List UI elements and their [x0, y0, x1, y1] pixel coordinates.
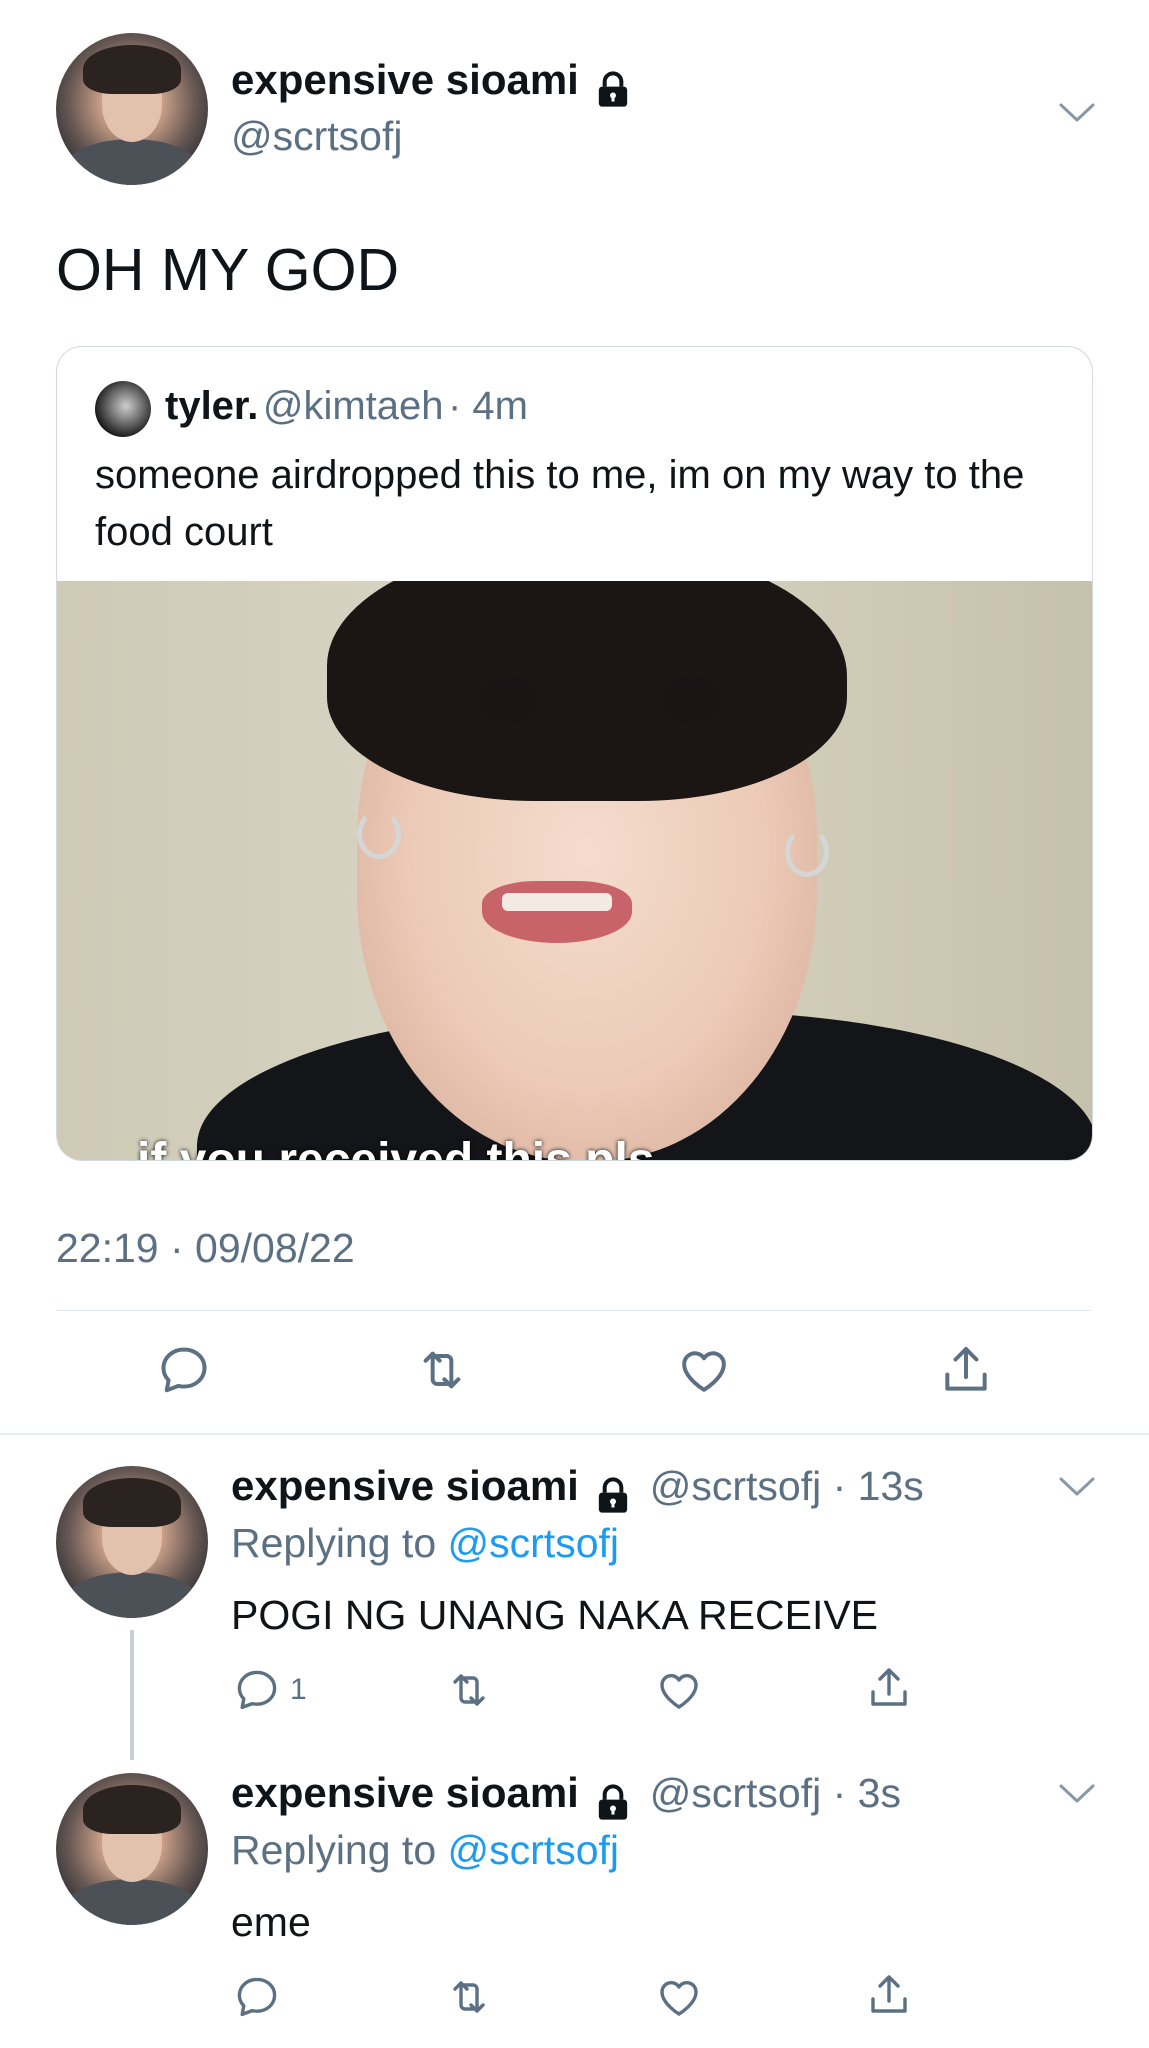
retweet-button[interactable]: [414, 1342, 470, 1398]
divider: [56, 1310, 1091, 1311]
image-right-earring: [785, 827, 829, 877]
quoted-image[interactable]: if you received this pls: [57, 581, 1092, 1160]
retweet-button[interactable]: [445, 1973, 493, 2021]
thread-line: [130, 1630, 134, 1760]
retweet-button[interactable]: [445, 1666, 493, 1714]
avatar-shoulders: [63, 139, 201, 185]
image-left-eye: [477, 677, 537, 723]
reply-display-name[interactable]: expensive sioami: [231, 1769, 579, 1816]
avatar-shoulders: [63, 1572, 201, 1618]
reply-button[interactable]: [233, 1666, 281, 1714]
lock-icon: [593, 1476, 633, 1516]
share-button[interactable]: [865, 1971, 913, 2019]
image-right-eye: [662, 677, 722, 723]
reply-handle-time[interactable]: @scrtsofj · 13s: [650, 1463, 924, 1509]
tweet-text: OH MY GOD: [56, 237, 400, 303]
reply-handle-time[interactable]: @scrtsofj · 3s: [650, 1770, 901, 1816]
chevron-down-icon[interactable]: [1057, 1779, 1097, 1809]
quoted-text: someone airdropped this to me, im on my …: [95, 453, 1025, 554]
avatar-shoulders: [63, 1879, 201, 1925]
chevron-down-icon[interactable]: [1057, 98, 1097, 128]
reply-icon: [156, 1342, 212, 1398]
replying-prefix: Replying to: [231, 1827, 437, 1873]
quoted-tweet-card[interactable]: tyler. @kimtaeh · 4m someone airdropped …: [56, 346, 1093, 1161]
lock-icon: [593, 70, 633, 110]
share-icon: [865, 1971, 913, 2019]
retweet-icon: [445, 1666, 493, 1714]
avatar-hair: [83, 1478, 181, 1527]
reply-text: eme: [231, 1899, 311, 1945]
replying-mention-link[interactable]: @scrtsofj: [448, 1827, 619, 1873]
reply-avatar[interactable]: [56, 1466, 208, 1618]
retweet-icon: [414, 1342, 470, 1398]
reply-button[interactable]: [156, 1342, 212, 1398]
section-divider: [0, 1433, 1149, 1435]
reply-count: 1: [290, 1673, 307, 1706]
quoted-display-name: tyler.: [165, 384, 259, 428]
reply-avatar[interactable]: [56, 1773, 208, 1925]
quoted-author-avatar[interactable]: [95, 381, 151, 437]
heart-icon: [655, 1973, 703, 2021]
avatar-hair: [83, 1785, 181, 1834]
heart-icon: [676, 1342, 732, 1398]
share-button[interactable]: [938, 1342, 994, 1398]
replying-to: Replying to @scrtsofj: [231, 1520, 619, 1567]
image-left-earring: [357, 809, 401, 859]
replying-mention-link[interactable]: @scrtsofj: [448, 1520, 619, 1566]
quoted-handle: @kimtaeh: [262, 384, 444, 428]
reply-header: expensive sioami @scrtsofj · 3s: [231, 1769, 901, 1823]
quoted-age: · 4m: [447, 384, 528, 428]
lock-icon: [593, 1783, 633, 1823]
reply-icon: [233, 1666, 281, 1714]
like-button[interactable]: [676, 1342, 732, 1398]
image-teeth: [502, 893, 612, 911]
tweet-timestamp[interactable]: 22:19 · 09/08/22: [56, 1225, 355, 1272]
retweet-icon: [445, 1973, 493, 2021]
image-mouth: [482, 881, 632, 943]
like-button[interactable]: [655, 1666, 703, 1714]
author-handle[interactable]: @scrtsofj: [231, 113, 402, 160]
reply-header: expensive sioami @scrtsofj · 13s: [231, 1462, 924, 1516]
share-icon: [938, 1342, 994, 1398]
chevron-down-icon[interactable]: [1057, 1472, 1097, 1502]
quoted-header: tyler. @kimtaeh · 4m: [165, 384, 528, 429]
share-button[interactable]: [865, 1664, 913, 1712]
image-hair: [327, 581, 847, 801]
image-caption: if you received this pls: [137, 1133, 655, 1160]
like-button[interactable]: [655, 1973, 703, 2021]
reply-icon: [233, 1973, 281, 2021]
reply-display-name[interactable]: expensive sioami: [231, 1462, 579, 1509]
author-name-row[interactable]: expensive sioami: [231, 56, 633, 110]
replying-prefix: Replying to: [231, 1520, 437, 1566]
share-icon: [865, 1664, 913, 1712]
replying-to: Replying to @scrtsofj: [231, 1827, 619, 1874]
author-display-name[interactable]: expensive sioami: [231, 56, 579, 103]
avatar-hair: [83, 45, 181, 94]
reply-text: POGI NG UNANG NAKA RECEIVE: [231, 1592, 879, 1638]
reply-button[interactable]: [233, 1973, 281, 2021]
author-avatar[interactable]: [56, 33, 208, 185]
heart-icon: [655, 1666, 703, 1714]
